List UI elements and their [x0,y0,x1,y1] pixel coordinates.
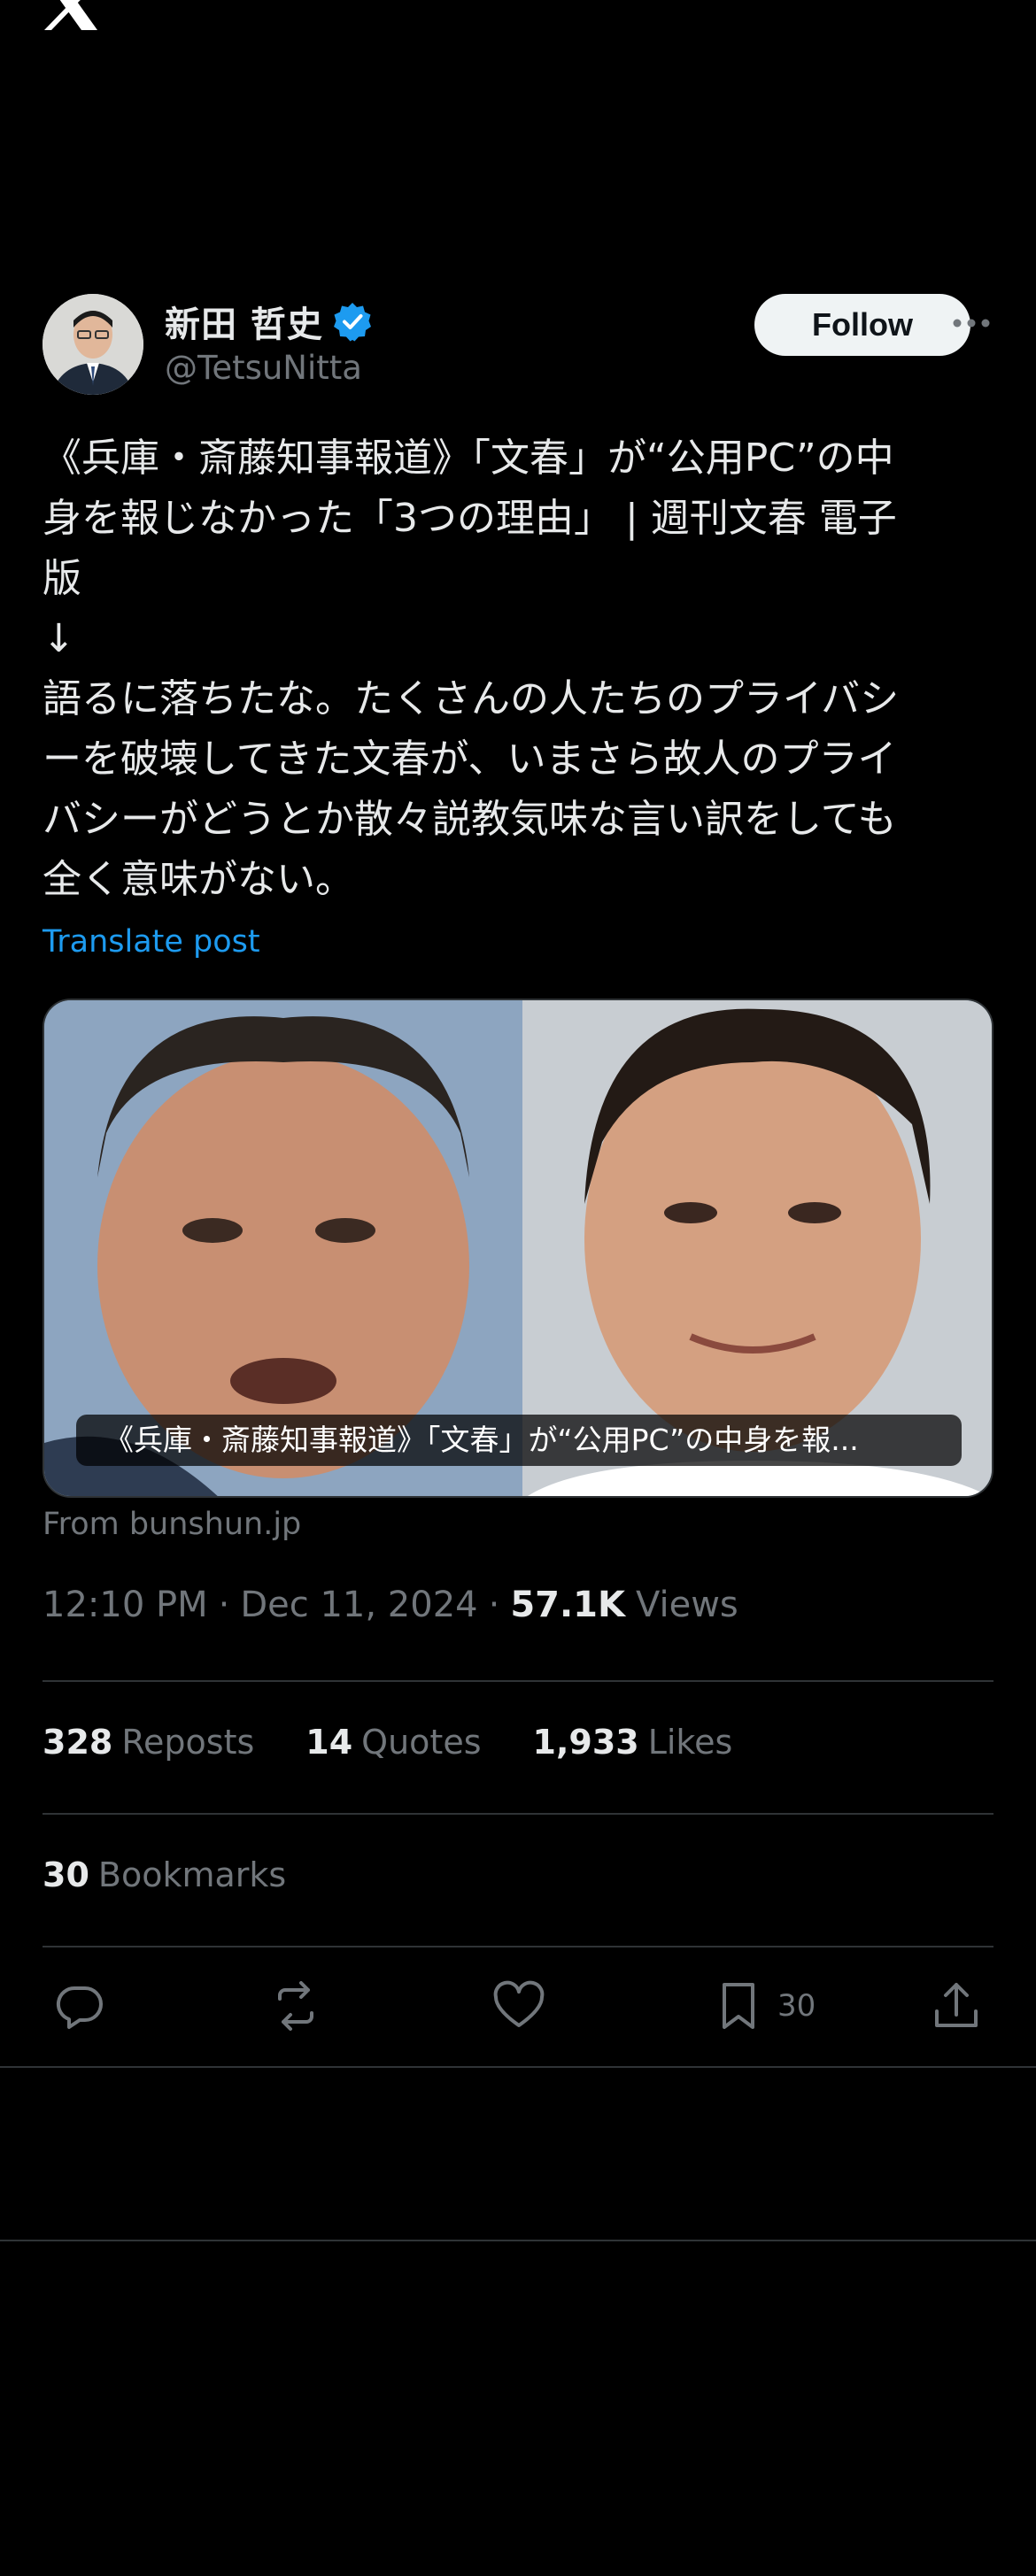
bookmark-count: 30 [777,1988,816,2024]
more-options-icon[interactable] [951,310,992,336]
post-date[interactable]: Dec 11, 2024 [240,1585,477,1625]
card-source[interactable]: From bunshun.jp [43,1507,301,1542]
x-logo-icon[interactable] [43,0,101,30]
reposts-stat[interactable]: 328 Reposts [43,1723,254,1762]
like-button[interactable] [492,1974,545,2038]
bookmark-button[interactable]: 30 [712,1974,816,2038]
reply-icon [56,1986,103,2029]
share-icon [935,1983,978,2027]
display-name[interactable]: 新田 哲史 [165,296,323,347]
reply-button[interactable] [53,1974,106,2038]
post-time[interactable]: 12:10 PM [43,1585,208,1625]
repost-button[interactable] [269,1974,322,2038]
reposts-label: Reposts [121,1723,255,1762]
handle[interactable]: @TetsuNitta [165,349,362,387]
divider [0,2240,1036,2241]
views-count[interactable]: 57.1K [510,1585,625,1625]
card-caption: 《兵庫・斎藤知事報道》「文春」が“公用PC”の中身を報... [76,1415,962,1466]
engagement-stats: 328 Reposts 14 Quotes 1,933 Likes [43,1723,732,1762]
name-row: 新田 哲史 [165,294,373,349]
translate-post-link[interactable]: Translate post [43,924,260,960]
avatar[interactable] [43,294,143,395]
quotes-count: 14 [305,1723,353,1762]
top-bar [0,0,1036,53]
meta-separator: · [218,1585,230,1625]
post-header: 新田 哲史 @TetsuNitta Follow [43,294,993,400]
repost-icon [278,1981,313,2031]
verified-badge-icon [333,303,371,342]
divider [43,1680,993,1682]
more-horizontal-icon[interactable] [933,0,986,14]
follow-button[interactable]: Follow [754,294,970,356]
post-meta: 12:10 PM · Dec 11, 2024 · 57.1K Views [43,1585,738,1625]
divider [43,1813,993,1815]
divider [43,1946,993,1947]
heart-icon [493,1980,545,2027]
likes-count: 1,933 [532,1723,639,1762]
share-button[interactable] [930,1974,983,2038]
post-text: 《兵庫・斎藤知事報道》「文春」が“公用PC”の中 身を報じなかった「3つの理由」… [43,436,900,902]
divider [0,2066,1036,2068]
link-card-image[interactable]: 《兵庫・斎藤知事報道》「文春」が“公用PC”の中身を報... [43,999,993,1498]
quotes-label: Quotes [361,1723,482,1762]
bookmarks-label: Bookmarks [97,1855,287,1894]
meta-separator: · [488,1585,500,1625]
reposts-count: 328 [43,1723,113,1762]
action-bar: 30 [0,1974,1036,2038]
likes-label: Likes [647,1723,733,1762]
quotes-stat[interactable]: 14 Quotes [305,1723,481,1762]
bookmarks-stat[interactable]: 30 Bookmarks [43,1855,286,1894]
views-label: Views [636,1585,738,1625]
bookmark-icon [723,1983,754,2029]
bookmarks-count: 30 [43,1855,89,1894]
likes-stat[interactable]: 1,933 Likes [533,1723,733,1762]
